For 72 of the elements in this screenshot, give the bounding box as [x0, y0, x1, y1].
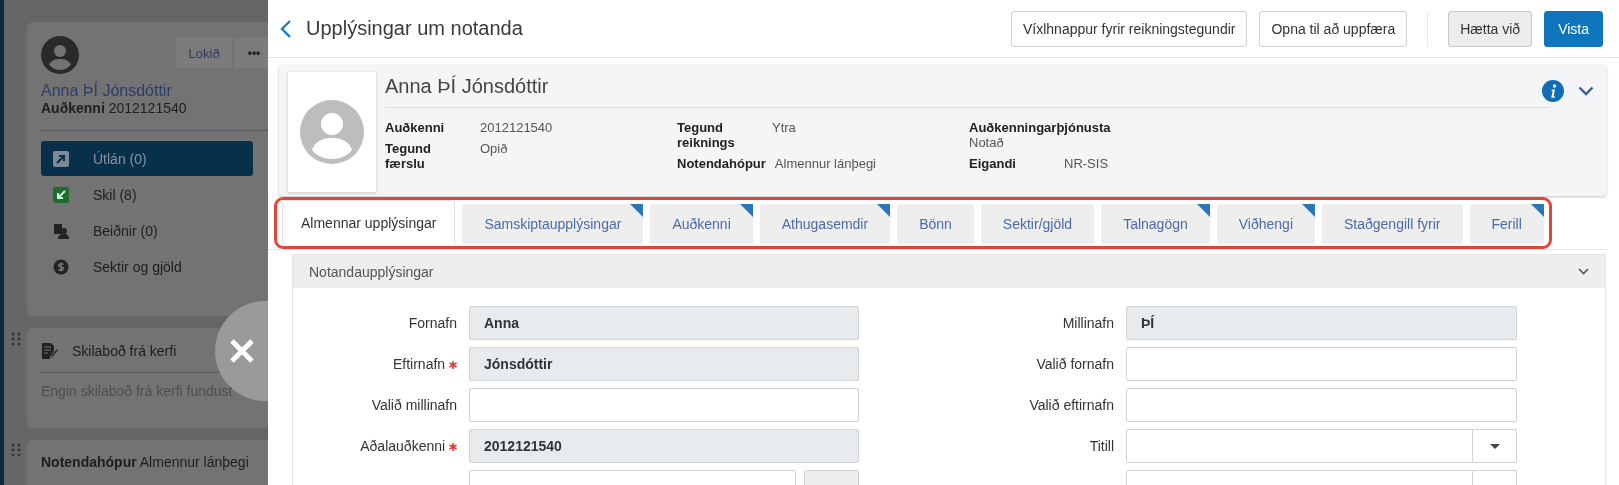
field-label: Valið eftirnafn — [1029, 397, 1114, 413]
cancel-button[interactable]: Hætta við — [1448, 10, 1533, 47]
id-value: 2012121540 — [108, 100, 187, 116]
tab[interactable]: Sektir/gjöld — [980, 204, 1095, 244]
dollar-coin-icon — [53, 258, 69, 275]
section-header[interactable]: Notandaupplýsingar — [293, 255, 1605, 288]
user-avatar-icon — [41, 36, 79, 74]
info-icon[interactable] — [1542, 80, 1564, 102]
field-value: Almennur lánþegi — [774, 156, 877, 171]
field-label: Eigandi — [969, 156, 1017, 171]
field-value: NR-SIS — [1064, 156, 1110, 171]
id-label: Auðkenni — [41, 100, 105, 116]
drag-handle-icon[interactable] — [11, 332, 21, 346]
nav-item[interactable]: Skil (8) — [41, 177, 253, 212]
field-label: Notendahópur — [677, 156, 766, 171]
field-label: Auðkenningarþjónusta — [969, 120, 1111, 135]
field-label: Tegund reiknings — [677, 120, 736, 150]
readonly-field: 2012121540 — [469, 429, 859, 463]
readonly-field: ÞÍ — [1126, 306, 1517, 340]
tab[interactable]: Samskiptaupplýsingar — [462, 204, 644, 244]
message-edit-icon — [41, 342, 58, 360]
tab[interactable]: Bönn — [897, 204, 974, 244]
readonly-field: Jónsdóttir — [469, 347, 859, 381]
tab[interactable]: Talnagögn — [1101, 204, 1210, 244]
done-button[interactable]: Lokið — [176, 38, 232, 68]
close-icon — [229, 338, 255, 364]
page-title: Upplýsingar um notanda — [306, 17, 523, 40]
field-value: Opið — [480, 141, 509, 158]
back-chevron-icon — [280, 18, 292, 39]
section-title: Notandaupplýsingar — [309, 263, 434, 280]
person-document-icon — [53, 222, 69, 239]
readonly-field: Anna — [469, 306, 859, 340]
tab[interactable]: Viðhengi — [1216, 204, 1315, 244]
field-label: Valið fornafn — [1036, 356, 1114, 372]
nav-item[interactable]: Útlán (0) — [41, 141, 253, 176]
field-label: Aðalauðkenni — [360, 438, 446, 454]
group-label: Notendahópur — [41, 454, 137, 470]
card-title: Skilaboð frá kerfi — [72, 343, 177, 359]
field-label: Tegund færslu — [385, 141, 432, 171]
field-value: Ytra — [772, 120, 797, 137]
field-label: Valið millinafn — [371, 397, 457, 413]
tab[interactable]: Athugasemdir — [759, 204, 891, 244]
tab[interactable]: Ferill — [1469, 204, 1544, 244]
toolbar-button[interactable]: Opna til að uppfæra — [1259, 10, 1408, 47]
input-field[interactable] — [469, 388, 859, 422]
toolbar-button[interactable]: Víxlhnappur fyrir reikningstegundir — [1011, 10, 1248, 47]
save-button[interactable]: Vista — [1544, 10, 1603, 47]
more-button[interactable]: ••• — [234, 38, 268, 68]
tab[interactable]: Staðgengill fyrir — [1322, 204, 1463, 244]
tab[interactable]: Almennar upplýsingar — [282, 200, 456, 244]
user-name: Anna ÞÍ Jónsdóttir — [385, 75, 549, 99]
field-label: Titill — [1089, 438, 1114, 454]
drag-handle-icon[interactable] — [11, 443, 21, 457]
nav-item[interactable]: Sektir og gjöld — [41, 249, 253, 284]
back-button[interactable] — [280, 18, 292, 39]
tab[interactable]: Auðkenni — [650, 204, 753, 244]
input-field[interactable] — [1126, 347, 1517, 381]
field-label: Millinafn — [1062, 315, 1114, 331]
field-value: 2012121540 — [480, 120, 554, 135]
nav-item[interactable]: Beiðnir (0) — [41, 213, 253, 248]
select-field[interactable] — [1126, 429, 1473, 463]
chevron-down-icon[interactable] — [1578, 268, 1589, 275]
user-avatar-icon — [300, 100, 364, 164]
field-label: Eftirnafn — [392, 356, 446, 372]
collapse-chevron-icon[interactable] — [1578, 86, 1594, 96]
caret-down-icon — [1489, 443, 1500, 449]
dropdown-button[interactable] — [1473, 429, 1517, 463]
field-label: Fornafn — [408, 315, 457, 331]
field-value: Notað — [969, 135, 1005, 150]
input-field[interactable] — [1126, 388, 1517, 422]
group-value: Almennur lánþegi — [139, 454, 249, 470]
field-label: Auðkenni — [385, 120, 446, 135]
